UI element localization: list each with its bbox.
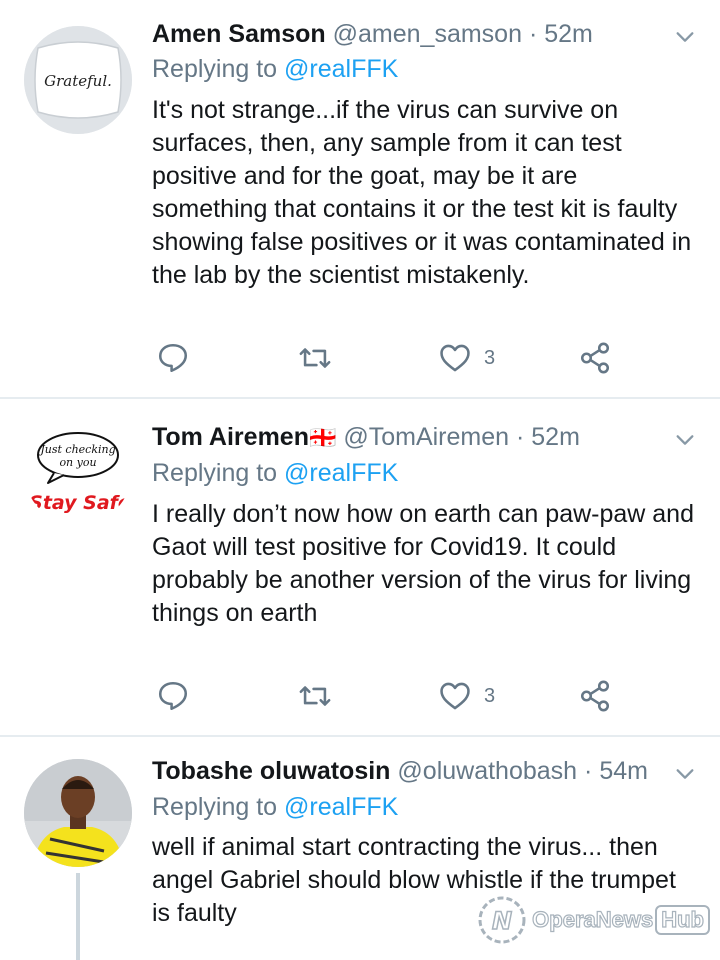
display-name[interactable]: Tobashe oluwatosin	[152, 757, 390, 785]
retweet-button[interactable]	[298, 338, 332, 378]
thread-line	[76, 873, 80, 960]
avatar-image	[24, 759, 132, 867]
watermark: N OperaNews Hub	[474, 892, 710, 948]
flag-emoji: 🇬🇪	[308, 425, 337, 450]
user-handle[interactable]: @amen_samson	[333, 20, 522, 48]
tweet-actions: 3	[152, 676, 632, 716]
avatar-text: Stay Safe	[29, 492, 131, 514]
share-button[interactable]	[578, 676, 612, 716]
watermark-brand: OperaNews	[532, 906, 654, 932]
replying-prefix: Replying to	[152, 55, 278, 83]
timestamp[interactable]: 52m	[544, 20, 593, 48]
replying-to: Replying to @realFFK	[152, 456, 398, 490]
retweet-icon	[299, 348, 331, 368]
like-button[interactable]: 3	[438, 338, 495, 378]
mention-link[interactable]: @realFFK	[284, 459, 398, 487]
tweet-header: Amen Samson @amen_samson · 52m	[152, 14, 593, 54]
operanews-logo-icon: N	[478, 896, 526, 944]
share-button[interactable]	[578, 338, 612, 378]
replying-prefix: Replying to	[152, 459, 278, 487]
svg-text:on you: on you	[59, 456, 96, 469]
reply-icon	[158, 343, 188, 373]
display-name[interactable]: Amen Samson	[152, 20, 326, 48]
avatar[interactable]: Just checking on you Stay Safe	[24, 417, 132, 525]
replying-prefix: Replying to	[152, 793, 278, 821]
svg-text:N: N	[492, 907, 512, 935]
avatar[interactable]	[24, 759, 132, 867]
reply-icon	[158, 681, 188, 711]
retweet-icon	[299, 686, 331, 706]
tweet-text: I really don’t now how on earth can paw-…	[152, 500, 694, 627]
chevron-down-icon[interactable]	[674, 26, 696, 48]
avatar-text: Grateful.	[44, 72, 112, 90]
tweet-header: Tom Airemen🇬🇪 @TomAiremen · 52m	[152, 417, 580, 457]
timestamp[interactable]: 52m	[531, 423, 580, 451]
chevron-down-icon[interactable]	[674, 763, 696, 785]
user-handle[interactable]: @TomAiremen	[343, 423, 509, 451]
separator-dot: ·	[516, 423, 525, 451]
user-handle[interactable]: @oluwathobash	[397, 757, 577, 785]
tweet-text: It's not strange...if the virus can surv…	[152, 96, 692, 289]
heart-icon	[440, 344, 470, 372]
tweet[interactable]: Grateful. Amen Samson @amen_samson · 52m…	[0, 0, 720, 396]
separator-dot: ·	[584, 757, 593, 785]
tweet[interactable]: Just checking on you Stay Safe Tom Airem…	[0, 399, 720, 734]
like-count: 3	[484, 684, 496, 707]
timestamp[interactable]: 54m	[599, 757, 648, 785]
share-icon	[580, 342, 610, 374]
like-count: 3	[484, 346, 496, 369]
watermark-hub: Hub	[655, 905, 710, 935]
separator-dot: ·	[528, 20, 538, 48]
avatar-image: Grateful.	[24, 26, 132, 134]
mention-link[interactable]: @realFFK	[284, 55, 398, 83]
share-icon	[580, 680, 610, 712]
heart-icon	[440, 682, 470, 710]
replying-to: Replying to @realFFK	[152, 790, 398, 824]
chevron-down-icon[interactable]	[674, 429, 696, 451]
tweet-header: Tobashe oluwatosin @oluwathobash · 54m	[152, 751, 648, 791]
retweet-button[interactable]	[298, 676, 332, 716]
avatar-image: Just checking on you Stay Safe	[24, 417, 132, 525]
avatar[interactable]: Grateful.	[24, 26, 132, 134]
reply-button[interactable]	[156, 676, 190, 716]
replying-to: Replying to @realFFK	[152, 52, 398, 86]
reply-button[interactable]	[156, 338, 190, 378]
mention-link[interactable]: @realFFK	[284, 793, 398, 821]
like-button[interactable]: 3	[438, 676, 495, 716]
svg-text:Just checking: Just checking	[38, 443, 115, 456]
tweet-actions: 3	[152, 338, 632, 378]
display-name[interactable]: Tom Airemen	[152, 423, 309, 451]
